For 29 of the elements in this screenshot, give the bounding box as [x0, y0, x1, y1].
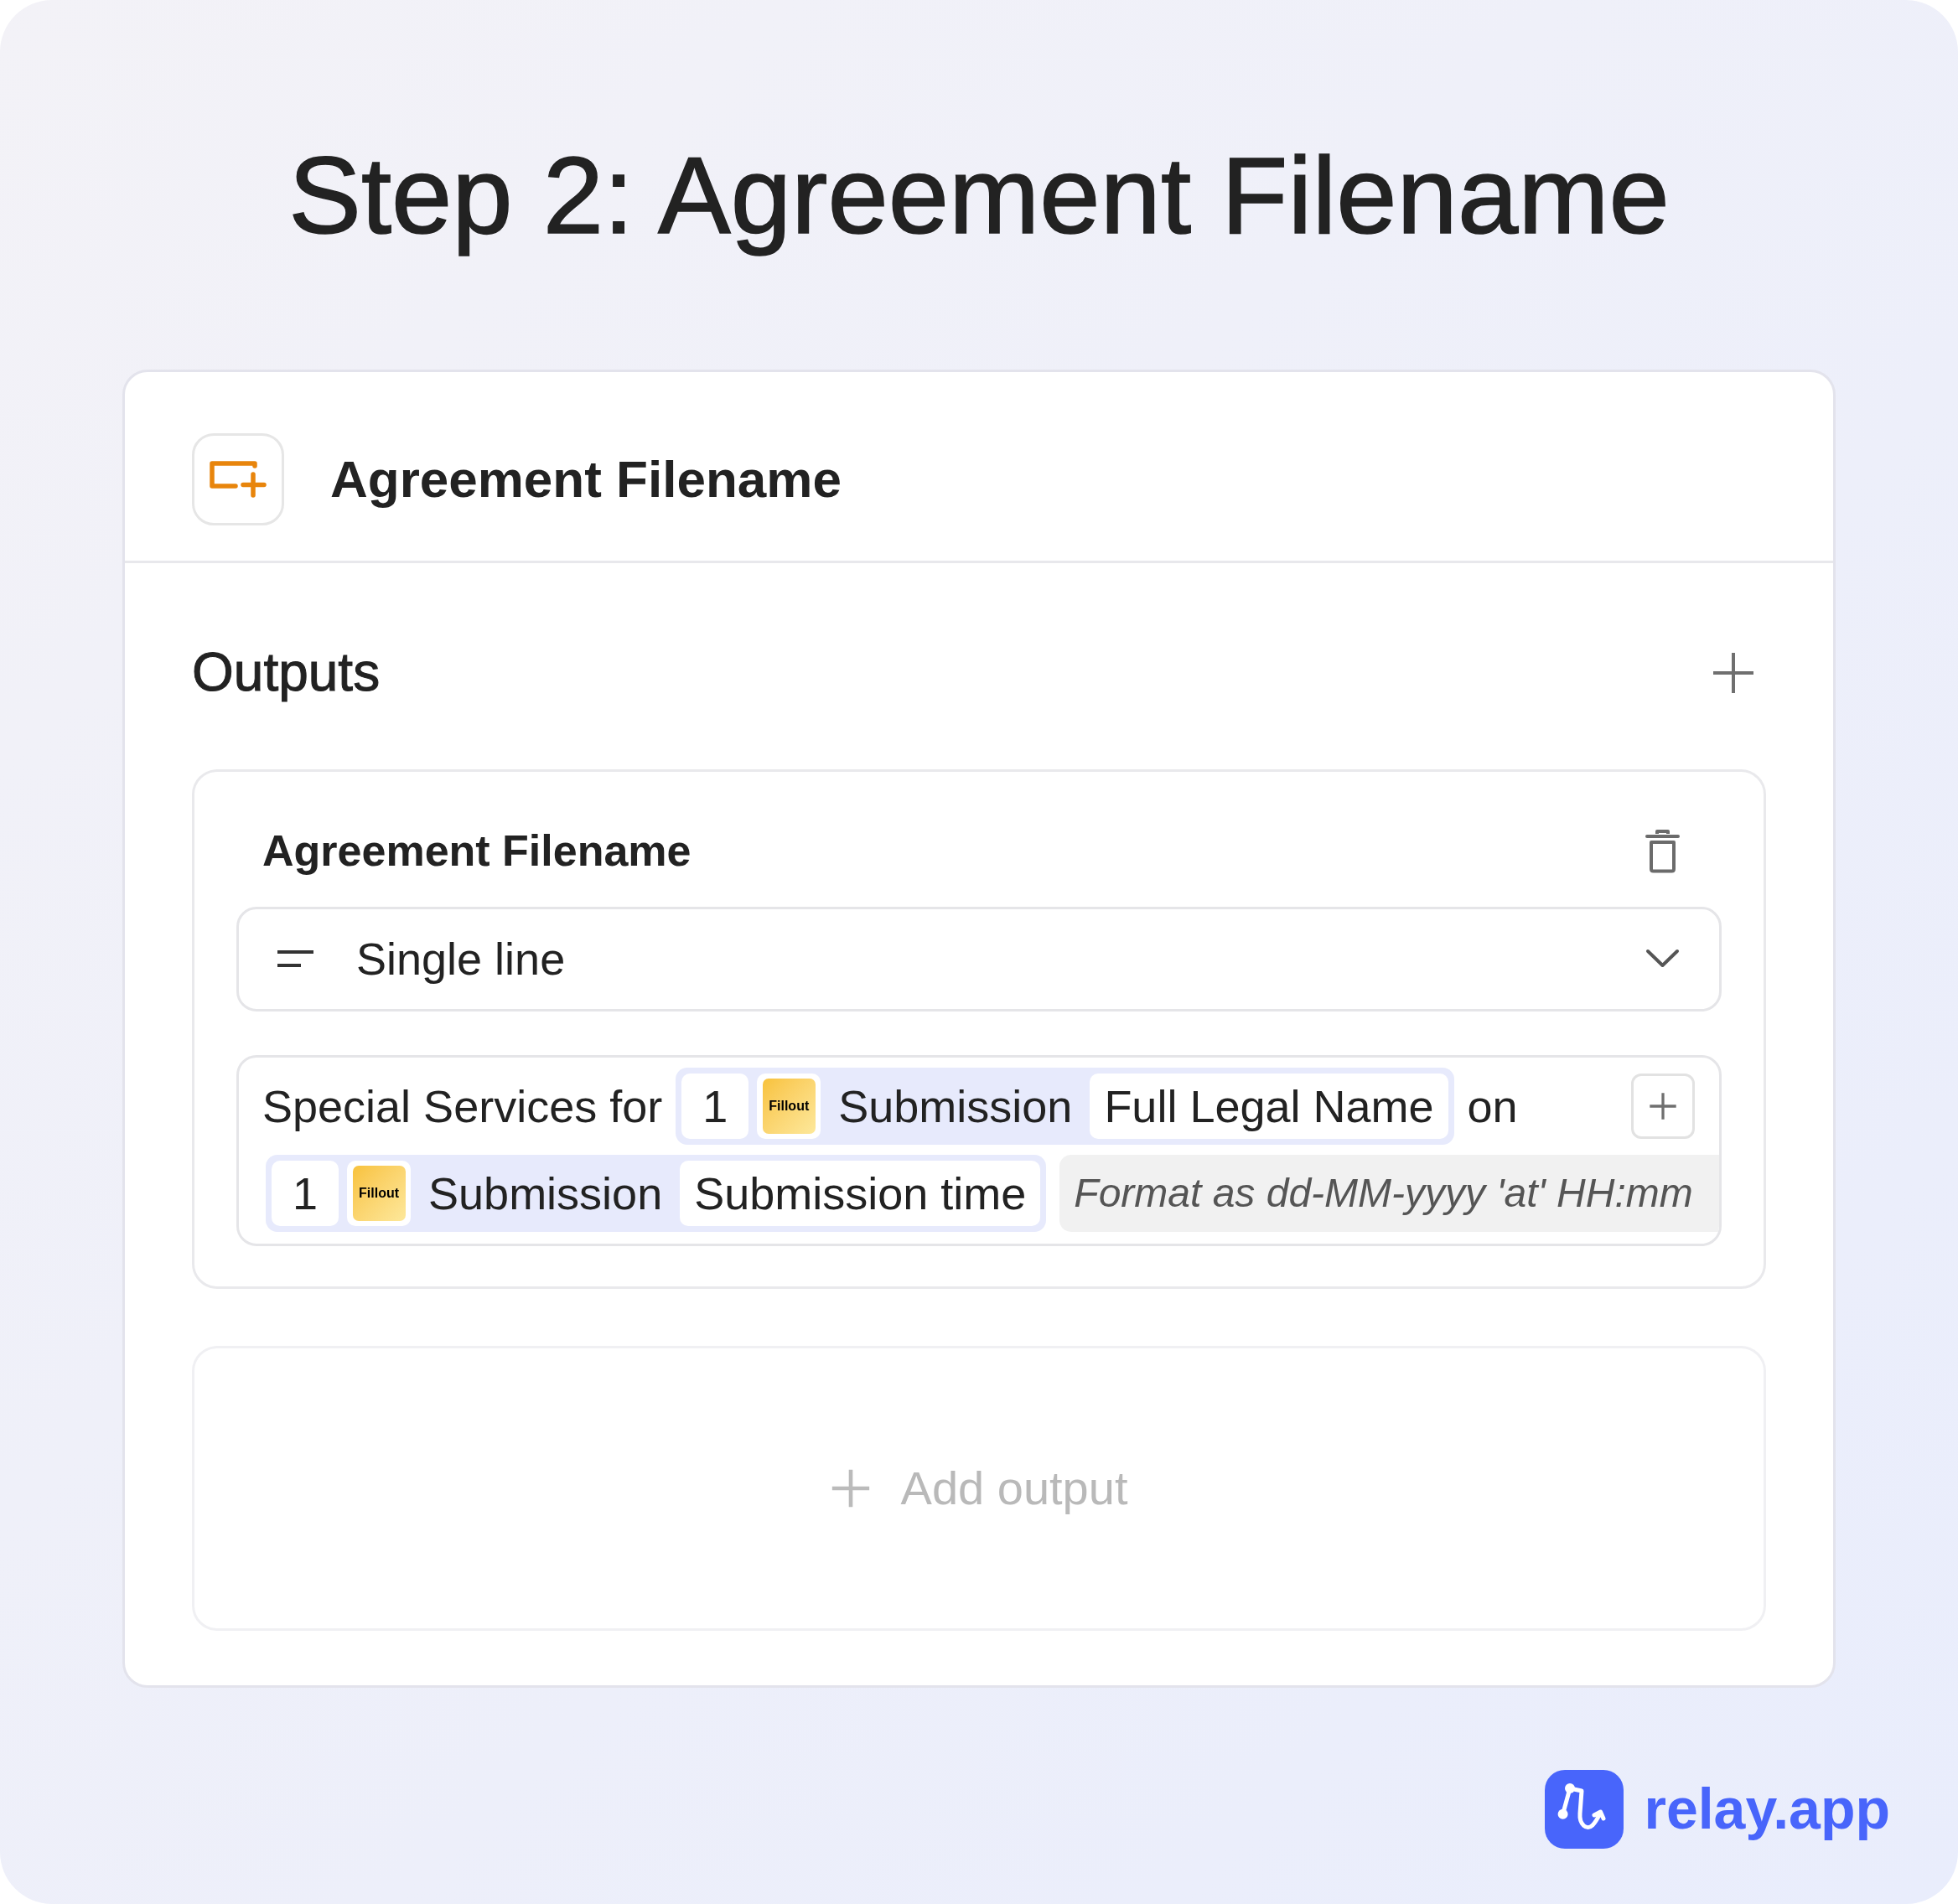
- plus-icon: [830, 1467, 871, 1508]
- formula-field[interactable]: Special Services for 1 Fillout Submission Full Legal Name on 1 Fillout Submission Submission time Format as dd-MM-yyyy 'at' HH:mm: [236, 1054, 1722, 1246]
- variable-chip[interactable]: 1 Fillout Submission Submission time: [266, 1154, 1047, 1232]
- field-name: Full Legal Name: [1090, 1073, 1448, 1139]
- format-option[interactable]: Format as dd-MM-yyyy 'at' HH:mm: [1059, 1154, 1719, 1232]
- step-number: 1: [272, 1160, 339, 1226]
- step-number: 1: [681, 1073, 749, 1139]
- source-label: Submission: [427, 1167, 664, 1219]
- source-label: Submission: [837, 1079, 1074, 1132]
- chevron-down-icon: [1645, 949, 1680, 970]
- trash-icon[interactable]: [1645, 829, 1680, 873]
- text-lines-icon: [277, 949, 313, 969]
- variable-chip[interactable]: 1 Fillout Submission Full Legal Name: [676, 1067, 1454, 1145]
- logo-icon: [1545, 1769, 1624, 1849]
- type-select[interactable]: Single line: [236, 906, 1722, 1012]
- formula-text: on: [1467, 1079, 1518, 1132]
- formula-text: Special Services for: [262, 1079, 663, 1132]
- field-name: Submission time: [680, 1160, 1041, 1226]
- output-name: Agreement Filename: [262, 826, 692, 877]
- brand-name: relay.app: [1644, 1776, 1890, 1842]
- app-logo: Fillout: [757, 1073, 821, 1139]
- plus-icon: [1649, 1091, 1677, 1120]
- step-title: Agreement Filename: [330, 449, 842, 510]
- field-plus-icon: [192, 433, 284, 525]
- plus-icon[interactable]: [1712, 651, 1755, 695]
- insert-button[interactable]: [1631, 1073, 1695, 1139]
- section-heading: Outputs: [192, 642, 381, 704]
- app-logo: Fillout: [347, 1160, 412, 1226]
- page-title: Step 2: Agreement Filename: [288, 133, 1670, 258]
